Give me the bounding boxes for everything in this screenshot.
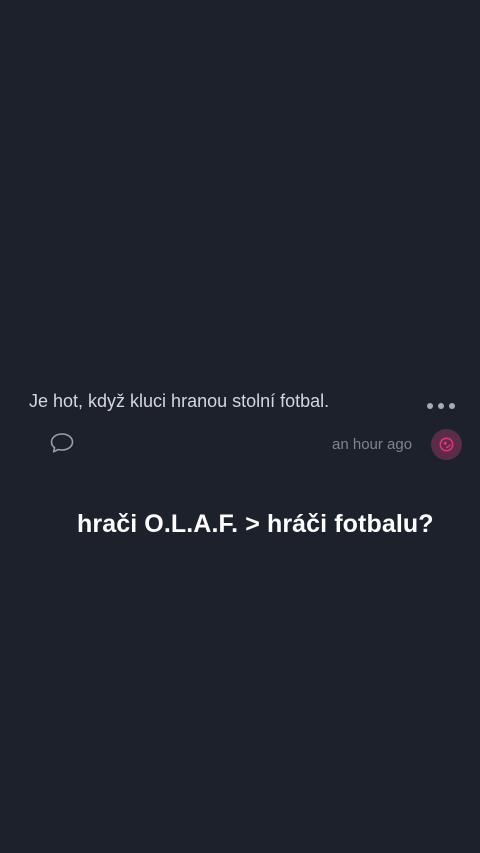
comment-bubble-icon [50,433,74,453]
more-horizontal-icon-dot [449,403,455,409]
caption-overlay: hrači O.L.A.F. > hráči fotbalu? [77,510,434,538]
more-horizontal-icon [427,403,433,409]
user-avatar-icon [439,437,454,452]
avatar[interactable] [431,429,462,460]
more-horizontal-icon-dot [438,403,444,409]
post-timestamp: an hour ago [332,436,413,453]
comment-button[interactable] [49,431,75,455]
post-text: Je hot, když kluci hranou stolní fotbal. [29,391,330,411]
more-options-button[interactable] [427,398,455,414]
